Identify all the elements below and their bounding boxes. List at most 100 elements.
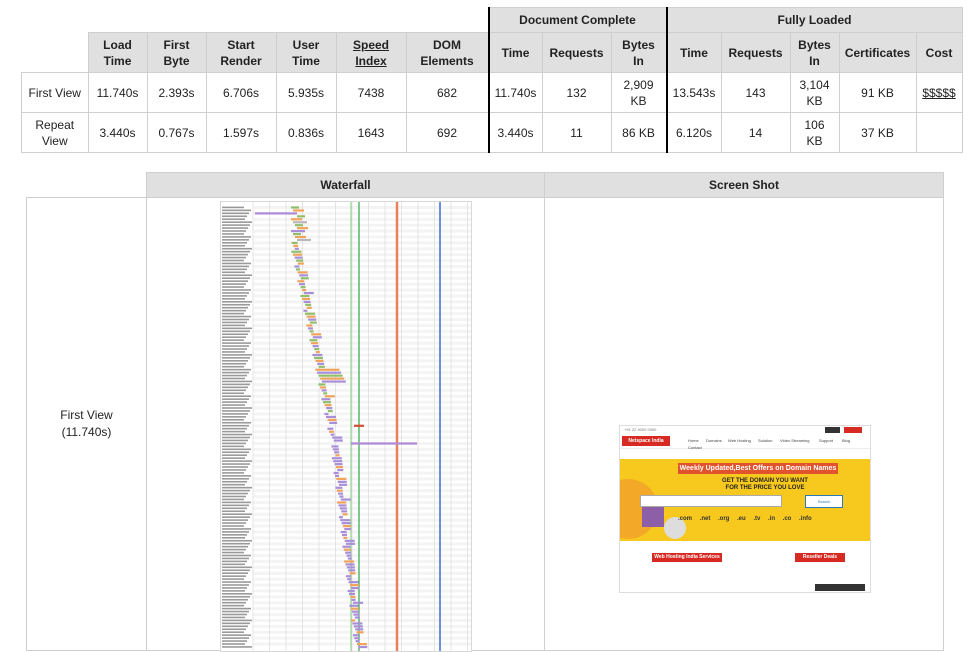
waterfall-url-label bbox=[222, 315, 251, 318]
header-cost: Cost bbox=[915, 32, 963, 73]
cell-fl-bytes-in: 106 KB bbox=[789, 112, 840, 153]
waterfall-url-label bbox=[222, 342, 251, 344]
waterfall-request-bar bbox=[317, 362, 325, 365]
waterfall-request-bar bbox=[330, 433, 335, 436]
waterfall-request-bar bbox=[351, 586, 360, 590]
view-label: First View bbox=[60, 408, 113, 422]
cell-dc-time: 3.440s bbox=[487, 112, 543, 153]
waterfall-request-bar bbox=[345, 551, 352, 554]
header-start-render: Start Render bbox=[205, 32, 277, 73]
waterfall-request-bar bbox=[294, 265, 300, 268]
waterfall-url-label bbox=[222, 613, 247, 616]
waterfall-url-label bbox=[222, 268, 247, 271]
waterfall-request-bar bbox=[333, 471, 339, 475]
waterfall-url-label bbox=[222, 351, 245, 353]
waterfall-url-label bbox=[222, 430, 245, 433]
waterfall-url-label bbox=[222, 321, 247, 324]
cost-link[interactable]: $$$$$ bbox=[922, 86, 955, 100]
waterfall-url-label bbox=[222, 262, 251, 265]
waterfall-request-bar bbox=[347, 557, 352, 560]
waterfall-url-label bbox=[222, 469, 246, 471]
thumb-reseller-button: Reseller Deals bbox=[795, 553, 845, 562]
waterfall-url-label bbox=[222, 596, 250, 598]
waterfall-url-label bbox=[222, 531, 249, 533]
group-document-complete: Document Complete bbox=[487, 7, 668, 33]
waterfall-request-bar bbox=[356, 643, 367, 646]
waterfall-url-label bbox=[222, 386, 248, 389]
waterfall-url-label bbox=[222, 395, 251, 397]
waterfall-url-label bbox=[222, 392, 244, 395]
cell-dc-requests: 132 bbox=[541, 72, 612, 113]
waterfall-url-label bbox=[222, 504, 249, 507]
thumb-banner: Weekly Updated,Best Offers on Domain Nam… bbox=[620, 459, 870, 541]
waterfall-request-bar bbox=[300, 294, 310, 298]
thumb-nav-item: Support bbox=[819, 438, 834, 443]
waterfall-url-label bbox=[222, 622, 250, 625]
waterfall-url-label bbox=[222, 365, 244, 368]
cell-fl-requests: 14 bbox=[720, 112, 791, 153]
waterfall-url-label bbox=[222, 548, 246, 551]
waterfall-request-bar bbox=[255, 212, 297, 215]
waterfall-request-bar bbox=[345, 563, 355, 566]
waterfall-request-bar bbox=[302, 289, 307, 292]
waterfall-request-bar bbox=[333, 439, 343, 442]
waterfall-url-label bbox=[222, 625, 248, 628]
waterfall-request-bar bbox=[299, 283, 305, 286]
header-speed-index[interactable]: Speed Index bbox=[335, 32, 407, 73]
waterfall-url-label bbox=[222, 646, 252, 648]
screenshot-thumbnail[interactable]: +91 22 4000 0000 Netspace India Home Dom… bbox=[619, 425, 871, 593]
thumb-hosting-button: Web Hosting India Services bbox=[652, 553, 722, 562]
waterfall-request-bar bbox=[293, 232, 301, 236]
cell-dom-elements: 692 bbox=[405, 112, 489, 153]
waterfall-url-label bbox=[222, 439, 248, 442]
thumb-banner-subtitle: GET THE DOMAIN YOU WANT FOR THE PRICE YOU… bbox=[722, 478, 808, 491]
waterfall-request-bar bbox=[335, 474, 339, 478]
thumb-nav-item: Domains bbox=[706, 438, 722, 443]
waterfall-request-bar bbox=[333, 460, 343, 463]
waterfall-request-bar bbox=[315, 368, 340, 371]
waterfall-url-label bbox=[222, 584, 249, 586]
waterfall-url-label bbox=[222, 478, 249, 480]
waterfall-url-label bbox=[222, 566, 252, 569]
thumb-nav-item: Video Streaming bbox=[780, 438, 810, 443]
waterfall-request-bar bbox=[327, 427, 334, 430]
waterfall-url-label bbox=[222, 236, 251, 238]
thumb-topbar: +91 22 4000 0000 bbox=[620, 426, 870, 434]
waterfall-url-label bbox=[222, 212, 249, 215]
header-fl-bytes-in: Bytes In bbox=[789, 32, 840, 73]
waterfall-url-label bbox=[222, 492, 248, 495]
waterfall-request-bar bbox=[318, 383, 326, 386]
waterfall-url-label bbox=[222, 383, 250, 386]
waterfall-url-label bbox=[222, 357, 250, 359]
waterfall-url-label bbox=[222, 463, 250, 465]
waterfall-url-label bbox=[222, 368, 251, 371]
waterfall-request-bar bbox=[340, 498, 351, 501]
waterfall-url-label bbox=[222, 640, 247, 642]
waterfall-request-bar bbox=[293, 253, 302, 256]
waterfall-url-label bbox=[222, 578, 244, 580]
waterfall-url-label bbox=[222, 215, 247, 218]
header-dc-time: Time bbox=[487, 32, 543, 73]
waterfall-url-label bbox=[222, 587, 247, 589]
cell-cost[interactable]: $$$$$ bbox=[915, 72, 963, 113]
waterfall-url-label bbox=[222, 522, 246, 524]
waterfall-request-bar bbox=[337, 480, 347, 483]
waterfall-url-label bbox=[222, 442, 246, 445]
waterfall-image[interactable] bbox=[220, 201, 472, 652]
waterfall-request-bar bbox=[353, 625, 363, 628]
waterfall-request-bar bbox=[336, 489, 343, 492]
group-fully-loaded: Fully Loaded bbox=[666, 7, 963, 33]
waterfall-url-label bbox=[222, 604, 244, 607]
waterfall-url-label bbox=[222, 354, 252, 356]
waterfall-request-bar bbox=[350, 595, 356, 598]
waterfall-url-label bbox=[222, 619, 252, 622]
cell-fl-time: 6.120s bbox=[666, 112, 722, 153]
waterfall-request-bar bbox=[339, 495, 344, 498]
waterfall-request-bar bbox=[300, 277, 309, 280]
waterfall-request-bar bbox=[348, 569, 356, 572]
waterfall-url-label bbox=[222, 324, 245, 327]
waterfall-request-bar bbox=[312, 336, 322, 339]
waterfall-url-label bbox=[222, 309, 246, 312]
waterfall-url-label bbox=[222, 590, 245, 592]
waterfall-url-label bbox=[222, 483, 245, 486]
